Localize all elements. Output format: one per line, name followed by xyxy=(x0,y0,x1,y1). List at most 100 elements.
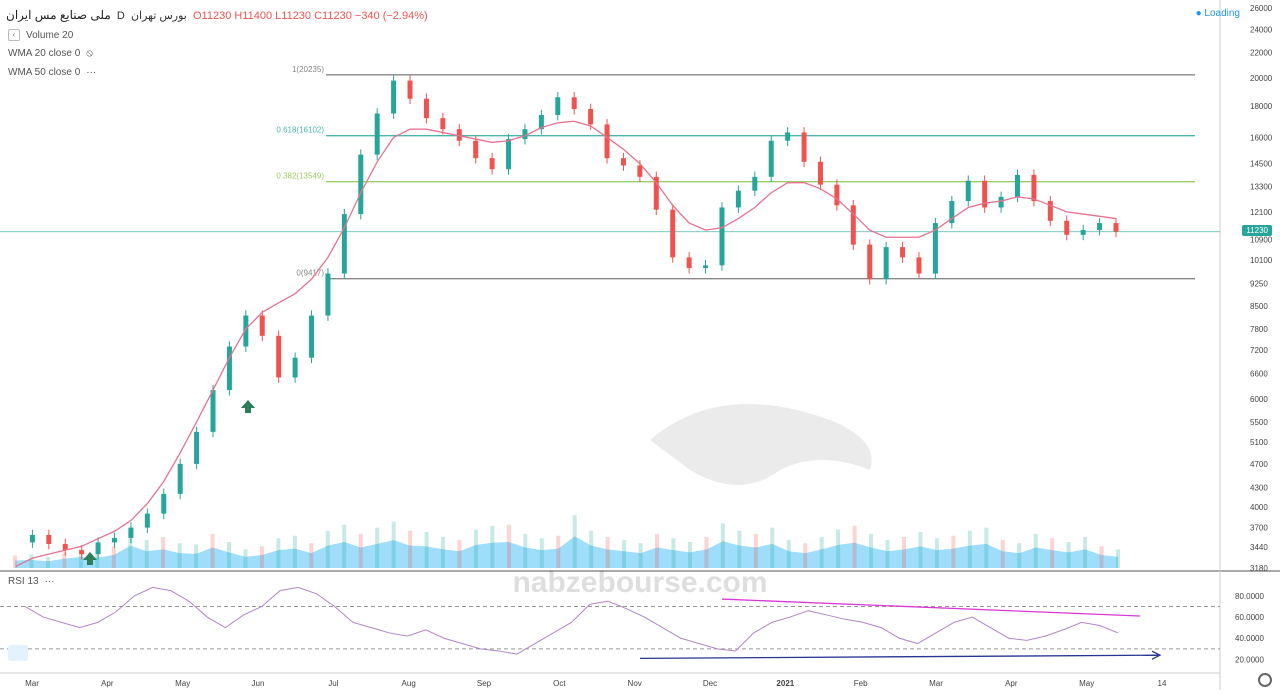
rsi-indicator[interactable]: RSI 13 ··· xyxy=(8,576,55,587)
volume-bar xyxy=(276,538,281,568)
volume-bar xyxy=(292,535,297,568)
candle xyxy=(276,335,282,378)
volume-bar xyxy=(325,530,330,568)
volume-bar xyxy=(441,537,446,568)
exchange-label: بورس تهران xyxy=(130,10,187,22)
candle xyxy=(883,247,889,280)
last-price-badge: 11230 xyxy=(1242,225,1272,236)
fib-level-label: 1(20235) xyxy=(292,65,324,74)
time-tick-label: Oct xyxy=(553,679,566,688)
time-tick-label: Aug xyxy=(402,679,416,688)
more-icon[interactable]: ··· xyxy=(45,576,55,587)
volume-bar xyxy=(770,527,775,568)
time-tick-label: May xyxy=(175,679,190,688)
rsi-tick-label: 40.0000 xyxy=(1235,634,1264,643)
candle xyxy=(735,190,741,208)
price-tick-label: 4300 xyxy=(1250,484,1268,493)
volume-bar xyxy=(1017,543,1022,568)
price-tick-label: 7800 xyxy=(1250,325,1268,334)
candle xyxy=(46,534,52,544)
candle xyxy=(703,265,709,269)
candle xyxy=(1014,174,1020,197)
time-tick-label: Mar xyxy=(25,679,39,688)
candle xyxy=(374,113,380,155)
candle xyxy=(785,132,791,141)
price-tick-label: 5100 xyxy=(1250,438,1268,447)
volume-bar xyxy=(161,537,166,568)
candle xyxy=(473,140,479,159)
volume-bar xyxy=(934,538,939,568)
volume-bar xyxy=(819,537,824,568)
volume-bar xyxy=(177,543,182,568)
loading-text: Loading xyxy=(1204,8,1240,19)
cloud-icon[interactable] xyxy=(8,645,28,661)
candle xyxy=(95,542,101,555)
time-tick-label: Apr xyxy=(101,679,114,688)
instrument-title: ملی صنایع مس ایران xyxy=(6,8,111,22)
wma20-indicator-label: WMA 20 close 0 xyxy=(8,48,81,59)
price-tick-label: 5500 xyxy=(1250,418,1268,427)
candle xyxy=(506,139,512,170)
price-tick-label: 22000 xyxy=(1250,49,1273,58)
time-tick-label: Apr xyxy=(1005,679,1018,688)
volume-bar xyxy=(967,530,972,568)
volume-bar xyxy=(309,543,314,568)
volume-bar xyxy=(144,540,149,568)
volume-bar xyxy=(901,537,906,568)
candle xyxy=(916,257,922,274)
volume-bar xyxy=(473,529,478,568)
candle xyxy=(850,205,856,245)
candle xyxy=(620,158,626,166)
candle xyxy=(423,98,429,119)
settings-gear-icon[interactable] xyxy=(1258,673,1272,687)
volume-bar xyxy=(671,538,676,568)
volume-bar xyxy=(342,524,347,568)
price-tick-label: 12100 xyxy=(1250,208,1273,217)
volume-bar xyxy=(259,546,264,568)
volume-bar xyxy=(506,524,511,568)
candle xyxy=(571,97,577,109)
candle xyxy=(309,315,315,358)
rsi-tick-label: 60.0000 xyxy=(1235,613,1264,622)
eye-off-icon[interactable]: ⦸ xyxy=(86,48,93,59)
chart-area[interactable]: 26000 24000 22000 20000 18000 16000 14500 13300… xyxy=(0,0,1280,690)
volume-bar xyxy=(457,540,462,568)
candle xyxy=(998,196,1004,208)
time-tick-label: Feb xyxy=(854,679,868,688)
volume-bar xyxy=(885,540,890,568)
price-chart[interactable]: 26000 24000 22000 20000 18000 16000 14500 13300… xyxy=(0,0,1280,690)
volume-indicator-label: Volume 20 xyxy=(26,29,74,41)
candle xyxy=(1113,223,1119,232)
volume-bar xyxy=(737,530,742,568)
price-tick-label: 10900 xyxy=(1250,236,1273,245)
volume-bar xyxy=(687,541,692,568)
price-tick-label: 4000 xyxy=(1250,503,1268,512)
candle xyxy=(1080,230,1086,235)
price-tick-label: 18000 xyxy=(1250,102,1273,111)
volume-bar xyxy=(605,537,610,568)
time-tick-label: Jun xyxy=(252,679,265,688)
fib-level-label: 0.618(16102) xyxy=(276,126,324,135)
volume-bar xyxy=(62,552,67,568)
volume-bar xyxy=(539,538,544,568)
time-tick-label: Jul xyxy=(328,679,338,688)
collapse-icon[interactable]: ‹ xyxy=(8,29,20,41)
volume-indicator[interactable]: ‹ Volume 20 xyxy=(8,29,73,41)
price-tick-label: 24000 xyxy=(1250,25,1273,34)
volume-bar xyxy=(589,530,594,568)
volume-bar xyxy=(1033,533,1038,568)
candle xyxy=(637,165,643,177)
wma50-indicator-label: WMA 50 close 0 xyxy=(8,67,81,78)
wma50-indicator[interactable]: WMA 50 close 0 ··· xyxy=(8,67,96,78)
more-icon[interactable]: ··· xyxy=(86,67,96,78)
rsi-bearish-trendline xyxy=(721,598,1141,617)
candle xyxy=(686,257,692,269)
volume-bar xyxy=(852,525,857,568)
volume-bar xyxy=(424,532,429,568)
candle xyxy=(522,129,528,140)
candle xyxy=(489,158,495,170)
volume-bar xyxy=(375,527,380,568)
volume-bar xyxy=(1099,546,1104,568)
wma20-indicator[interactable]: WMA 20 close 0 ⦸ xyxy=(8,48,93,59)
volume-bar xyxy=(1083,537,1088,568)
